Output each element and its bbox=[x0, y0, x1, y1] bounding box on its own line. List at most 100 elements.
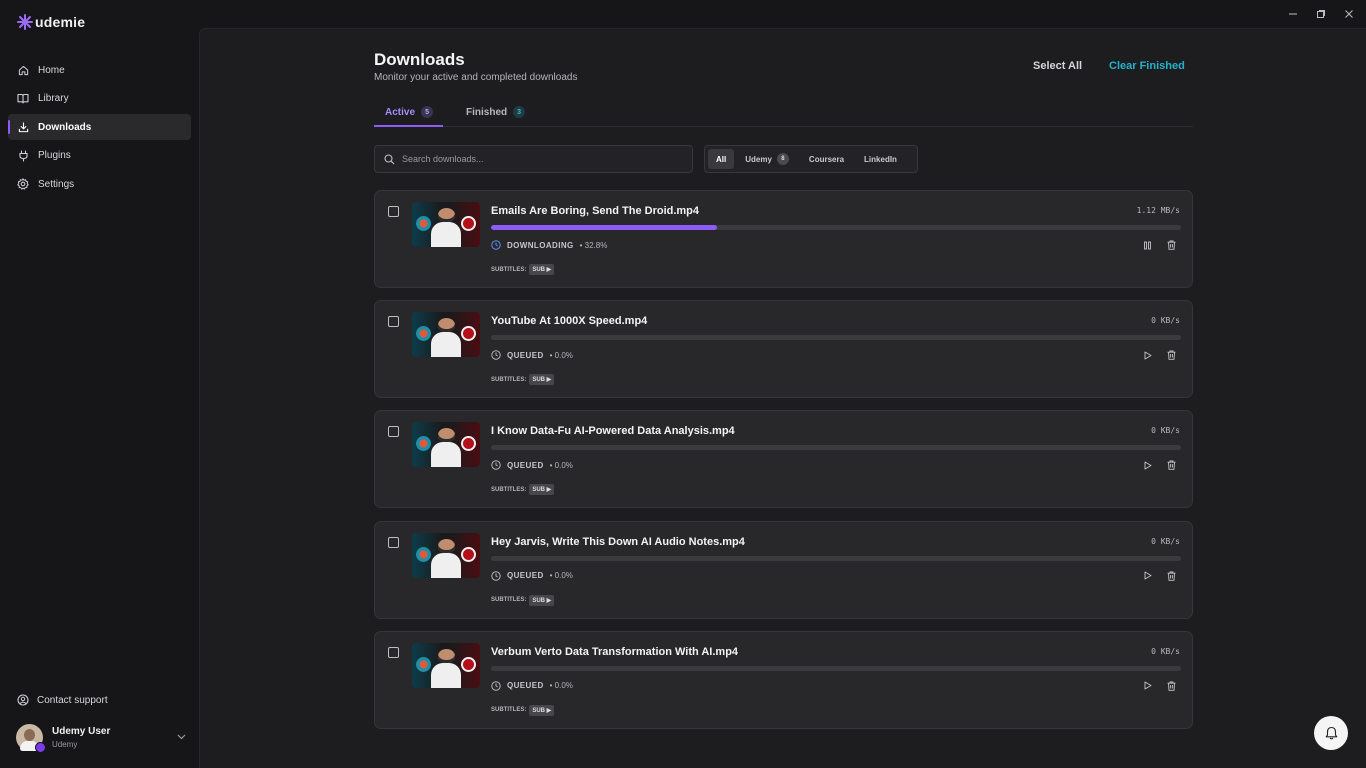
play-icon[interactable] bbox=[1142, 350, 1152, 360]
subtitles-label: SUBTITLES: bbox=[491, 597, 527, 604]
subtitle-tag[interactable]: SUB ▶ bbox=[529, 484, 555, 496]
progress-percent: • 0.0% bbox=[549, 350, 573, 360]
clock-icon bbox=[491, 570, 501, 581]
trash-icon[interactable] bbox=[1166, 240, 1176, 250]
subtitles-row: SUBTITLES: SUB ▶ bbox=[491, 264, 555, 275]
sidebar-item-label: Home bbox=[38, 64, 65, 76]
avatar bbox=[16, 724, 46, 753]
subtitle-tag[interactable]: SUB ▶ bbox=[529, 704, 555, 716]
bell-icon bbox=[1325, 726, 1337, 740]
status-label: DOWNLOADING bbox=[507, 240, 574, 250]
download-card: Hey Jarvis, Write This Down AI Audio Not… bbox=[374, 520, 1193, 619]
subtitle-tag[interactable]: SUB ▶ bbox=[529, 374, 555, 386]
trash-icon[interactable] bbox=[1166, 681, 1176, 691]
progress-fill bbox=[491, 225, 718, 230]
source-filter: All Udemy 8 Coursera LinkedIn bbox=[704, 145, 918, 173]
download-tabs: Active 5 Finished 3 bbox=[374, 98, 1193, 127]
filter-label: Coursera bbox=[808, 154, 845, 164]
download-card: Emails Are Boring, Send The Droid.mp4 1.… bbox=[374, 190, 1193, 288]
video-thumbnail bbox=[412, 532, 480, 578]
file-name: Emails Are Boring, Send The Droid.mp4 bbox=[491, 205, 700, 217]
download-status: DOWNLOADING • 32.8% bbox=[491, 240, 607, 250]
sidebar-item-home[interactable]: Home bbox=[8, 57, 191, 83]
download-speed: 1.12 MB/s bbox=[1136, 206, 1180, 215]
progress-bar bbox=[491, 555, 1181, 561]
sidebar-item-downloads[interactable]: Downloads bbox=[8, 114, 191, 140]
app-logo[interactable]: udemie bbox=[16, 13, 85, 31]
restore-icon[interactable] bbox=[1314, 6, 1328, 22]
file-name: YouTube At 1000X Speed.mp4 bbox=[491, 315, 648, 328]
subtitle-tag[interactable]: SUB ▶ bbox=[529, 264, 555, 275]
status-label: QUEUED bbox=[507, 460, 544, 470]
plug-icon bbox=[17, 149, 29, 162]
select-checkbox[interactable] bbox=[388, 646, 399, 658]
sidebar-item-label: Settings bbox=[38, 178, 75, 190]
video-thumbnail bbox=[412, 422, 480, 468]
pause-icon[interactable] bbox=[1142, 240, 1152, 250]
support-icon bbox=[17, 694, 29, 706]
sidebar-item-plugins[interactable]: Plugins bbox=[8, 143, 191, 169]
play-icon[interactable] bbox=[1142, 460, 1152, 470]
card-actions bbox=[1142, 240, 1176, 250]
file-name: Hey Jarvis, Write This Down AI Audio Not… bbox=[491, 535, 745, 548]
select-all-button[interactable]: Select All bbox=[1033, 60, 1082, 72]
progress-percent: • 0.0% bbox=[549, 681, 573, 691]
subtitle-tag[interactable]: SUB ▶ bbox=[529, 594, 555, 606]
filter-coursera[interactable]: Coursera bbox=[800, 149, 853, 169]
card-actions bbox=[1142, 460, 1176, 471]
filter-label: Udemy bbox=[745, 154, 772, 164]
download-speed: 0 KB/s bbox=[1151, 316, 1180, 326]
progress-percent: • 0.0% bbox=[549, 571, 573, 581]
select-checkbox[interactable] bbox=[388, 316, 399, 328]
select-checkbox[interactable] bbox=[388, 206, 399, 217]
play-icon[interactable] bbox=[1142, 571, 1152, 581]
card-actions bbox=[1142, 681, 1176, 691]
video-thumbnail bbox=[412, 312, 480, 358]
clear-finished-button[interactable]: Clear Finished bbox=[1109, 60, 1185, 72]
trash-icon[interactable] bbox=[1166, 460, 1176, 471]
select-checkbox[interactable] bbox=[388, 536, 399, 548]
clock-icon bbox=[491, 240, 501, 250]
video-thumbnail bbox=[412, 202, 480, 247]
progress-bar bbox=[491, 445, 1181, 451]
close-icon[interactable] bbox=[1342, 6, 1356, 22]
minimize-icon[interactable] bbox=[1286, 6, 1300, 22]
tab-active[interactable]: Active 5 bbox=[374, 106, 443, 127]
subtitles-label: SUBTITLES: bbox=[491, 486, 527, 493]
download-card: I Know Data-Fu AI-Powered Data Analysis.… bbox=[374, 410, 1193, 509]
trash-icon[interactable] bbox=[1166, 571, 1176, 581]
filter-udemy[interactable]: Udemy 8 bbox=[736, 149, 798, 169]
file-name: Verbum Verto Data Transformation With AI… bbox=[491, 645, 739, 658]
contact-support-link[interactable]: Contact support bbox=[17, 694, 108, 706]
subtitles-label: SUBTITLES: bbox=[491, 707, 527, 714]
user-menu[interactable]: Udemy User Udemy bbox=[16, 724, 186, 753]
video-thumbnail bbox=[412, 642, 480, 688]
progress-bar bbox=[491, 225, 1181, 230]
sidebar: udemie Home Library Downloads Plugins Se… bbox=[0, 0, 199, 768]
search-icon bbox=[384, 153, 395, 164]
download-icon bbox=[17, 121, 29, 133]
platform-badge-icon bbox=[35, 742, 46, 753]
status-label: QUEUED bbox=[507, 681, 544, 691]
search-input[interactable] bbox=[402, 154, 682, 164]
sidebar-item-library[interactable]: Library bbox=[8, 86, 191, 112]
select-checkbox[interactable] bbox=[388, 426, 399, 438]
progress-percent: • 0.0% bbox=[549, 460, 573, 470]
sidebar-item-settings[interactable]: Settings bbox=[8, 171, 191, 197]
trash-icon[interactable] bbox=[1166, 350, 1176, 360]
chevron-down-icon[interactable] bbox=[177, 732, 186, 743]
download-card: YouTube At 1000X Speed.mp4 0 KB/s QUEUED… bbox=[374, 300, 1193, 399]
status-label: QUEUED bbox=[507, 350, 544, 360]
download-status: QUEUED • 0.0% bbox=[491, 460, 573, 471]
filter-count-badge: 8 bbox=[776, 153, 789, 165]
logo-mark-icon bbox=[17, 14, 33, 30]
filter-all[interactable]: All bbox=[708, 149, 735, 169]
filter-linkedin[interactable]: LinkedIn bbox=[855, 149, 906, 169]
play-icon[interactable] bbox=[1142, 681, 1152, 691]
tab-label: Active bbox=[385, 107, 416, 118]
filter-label: LinkedIn bbox=[864, 154, 897, 164]
notifications-button[interactable] bbox=[1314, 716, 1348, 750]
app-name: udemie bbox=[35, 14, 86, 30]
tab-finished[interactable]: Finished 3 bbox=[466, 106, 526, 127]
download-status: QUEUED • 0.0% bbox=[491, 350, 573, 360]
